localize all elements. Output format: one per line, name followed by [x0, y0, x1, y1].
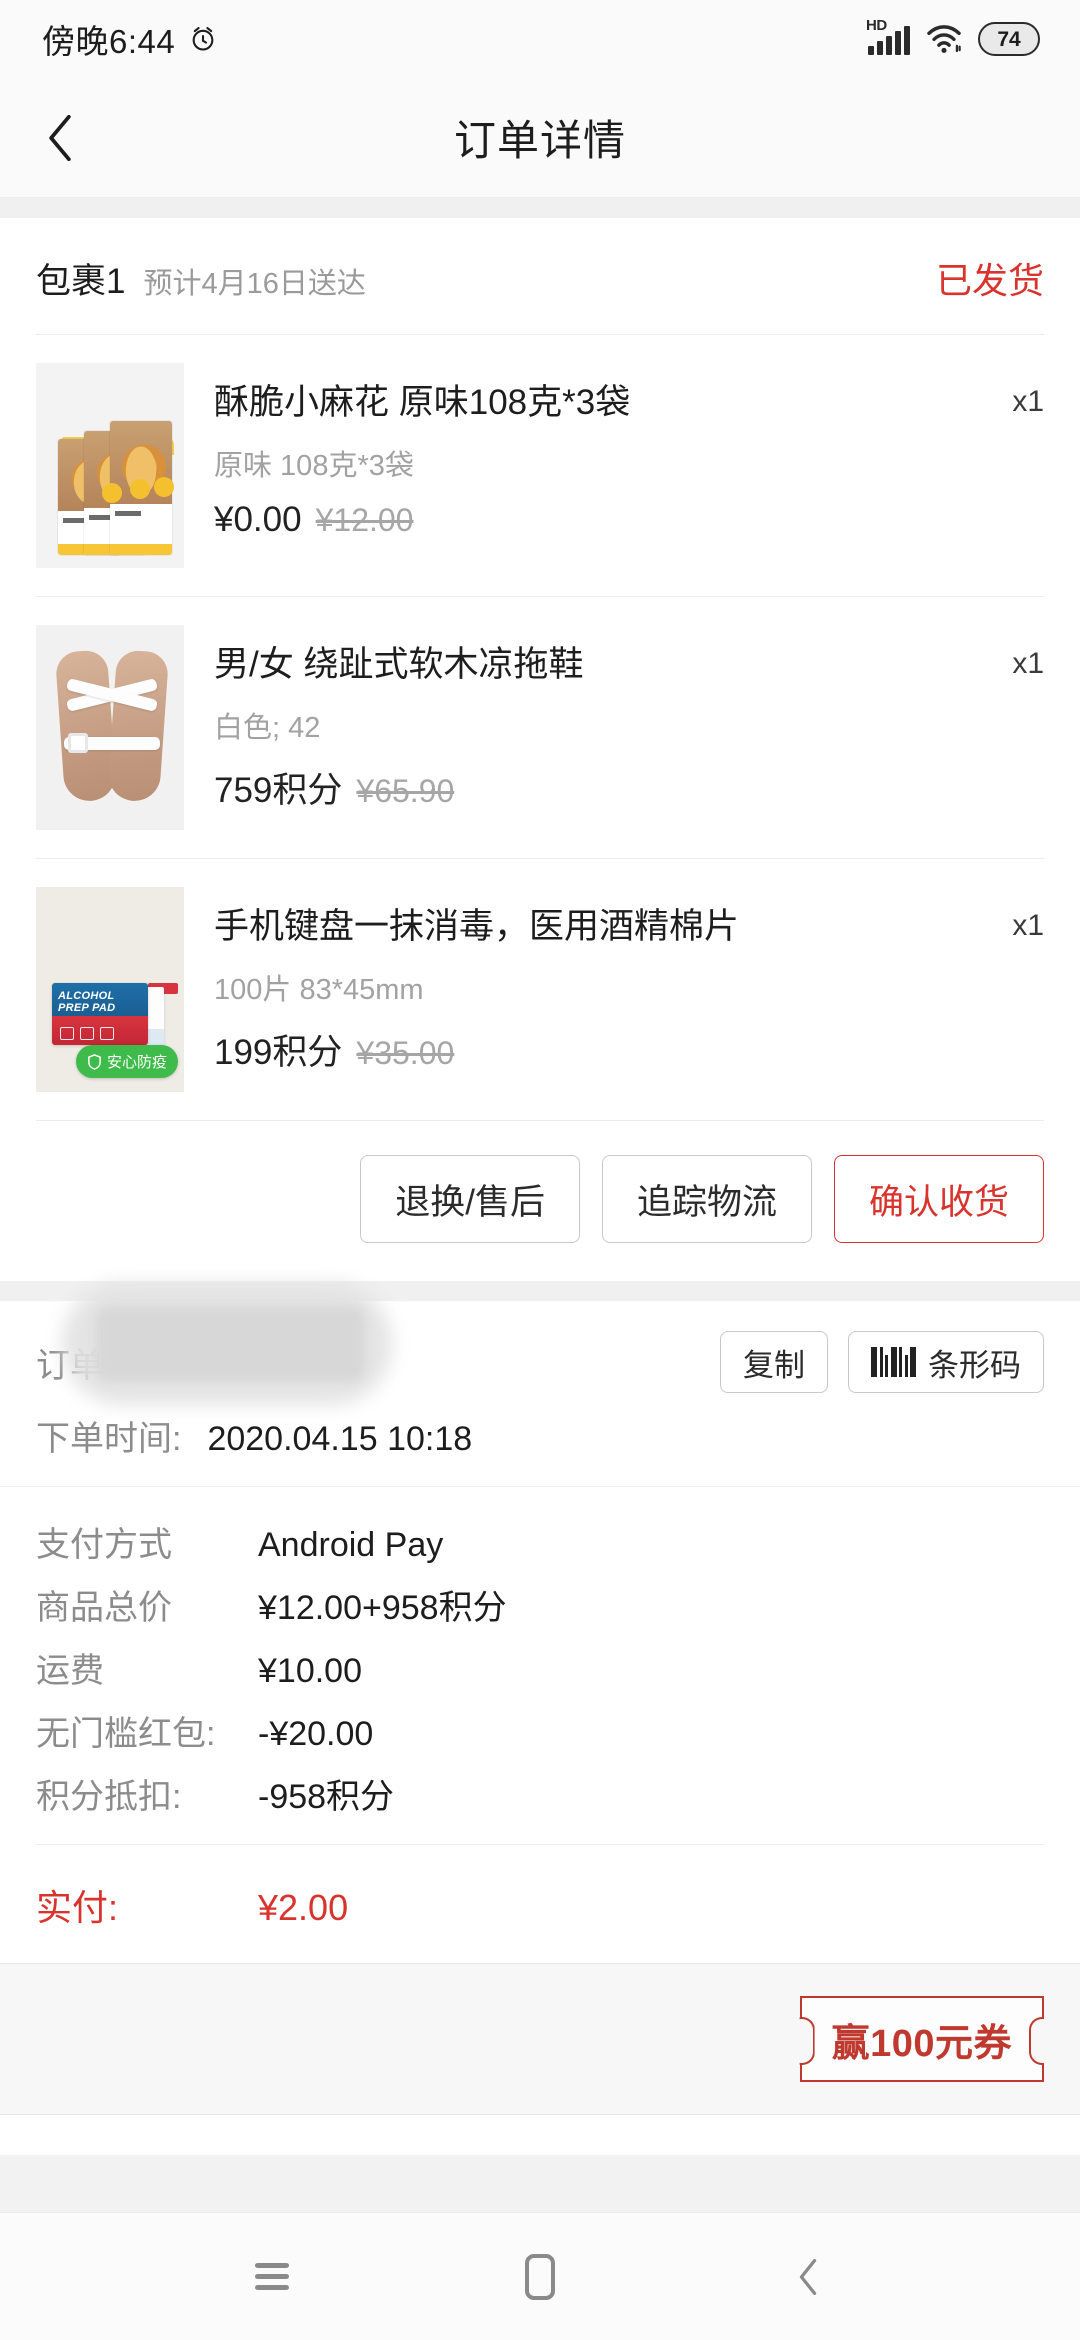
pad-brand-text: ALCOHOL PREP PAD — [58, 990, 116, 1014]
title-bar: 订单详情 — [0, 78, 1080, 198]
status-bar-left: 傍晚6:44 — [42, 15, 217, 63]
payment-value: ¥12.00+958积分 — [258, 1589, 507, 1627]
snack-twist-pack-image[interactable] — [36, 363, 184, 568]
order-time-value: 2020.04.15 10:18 — [207, 1420, 473, 1458]
barcode-button-label: 条形码 — [928, 1347, 1021, 1383]
package-name: 包裹1 — [36, 262, 126, 301]
payment-label: 积分抵扣: — [36, 1778, 182, 1816]
product-original-price: ¥35.00 — [356, 1034, 455, 1071]
alarm-clock-icon — [192, 26, 214, 51]
product-price-row: 759积分 ¥65.90 — [214, 762, 982, 813]
order-time-row: 下单时间: 2020.04.15 10:18 — [36, 1411, 1044, 1460]
product-original-price: ¥12.00 — [315, 501, 414, 538]
payment-row: 无门槛红包: -¥20.00 — [36, 1706, 1044, 1755]
product-info: 酥脆小麻花 原味108克*3袋 原味 108克*3袋 ¥0.00 ¥12.00 — [214, 363, 982, 540]
menu-icon[interactable] — [236, 2241, 308, 2313]
order-actions: 退换/售后 追踪物流 确认收货 — [0, 1121, 1080, 1281]
refund-button[interactable]: 退换/售后 — [360, 1155, 580, 1243]
product-spec: 原味 108克*3袋 — [214, 449, 414, 482]
product-quantity: x1 — [1012, 647, 1044, 680]
product-row[interactable]: ALCOHOL PREP PAD 安心防疫 手机键盘一抹消毒，医用酒精棉片 10… — [0, 859, 1080, 1120]
home-icon[interactable] — [504, 2241, 576, 2313]
total-value: ¥2.00 — [258, 1887, 349, 1928]
package-status-badge: 已发货 — [935, 260, 1044, 301]
product-title: 手机键盘一抹消毒，医用酒精棉片 — [214, 907, 740, 946]
confirm-receipt-button[interactable]: 确认收货 — [833, 1155, 1044, 1243]
system-nav-bar — [0, 2212, 1080, 2340]
safety-badge: 安心防疫 — [75, 1045, 178, 1078]
chevron-left-icon — [49, 115, 71, 161]
order-number-row: 订单 复制 条形码 — [36, 1283, 1044, 1405]
payment-row: 商品总价 ¥12.00+958积分 — [36, 1580, 1044, 1629]
wifi-icon — [927, 25, 961, 53]
payment-row: 积分抵扣: -958积分 — [36, 1769, 1044, 1818]
product-quantity: x1 — [1012, 385, 1044, 418]
payment-value: Android Pay — [258, 1526, 444, 1564]
track-shipment-button[interactable]: 追踪物流 — [601, 1155, 812, 1243]
hd-label: HD — [866, 17, 887, 34]
payment-row: 运费 ¥10.00 — [36, 1643, 1044, 1692]
package-header: 包裹1 预计4月16日送达 已发货 — [0, 218, 1080, 334]
battery-indicator: 74 — [978, 22, 1040, 56]
section-gap — [0, 198, 1080, 218]
payment-row: 支付方式 Android Pay — [36, 1517, 1044, 1566]
payment-label: 商品总价 — [36, 1589, 172, 1627]
payment-label: 运费 — [36, 1652, 104, 1690]
status-bar: 傍晚6:44 HD 74 — [0, 0, 1080, 78]
back-chevron-icon[interactable] — [772, 2241, 844, 2313]
product-title: 酥脆小麻花 原味108克*3袋 — [214, 383, 631, 422]
page-title: 订单详情 — [453, 117, 626, 164]
copy-button[interactable]: 复制 — [720, 1331, 828, 1393]
product-price-row: 199积分 ¥35.00 — [214, 1024, 982, 1075]
shield-icon — [88, 1053, 101, 1070]
total-label: 实付: — [36, 1887, 119, 1928]
safety-badge-label: 安心防疫 — [106, 1054, 167, 1071]
signal-bars-icon: HD — [866, 17, 910, 55]
coupon-footer: 赢100元券 — [0, 1963, 1080, 2115]
product-row[interactable]: 男/女 绕趾式软木凉拖鞋 白色; 42 759积分 ¥65.90 x1 — [0, 597, 1080, 858]
payment-value: -¥20.00 — [258, 1715, 374, 1753]
payment-summary-card: 支付方式 Android Pay 商品总价 ¥12.00+958积分 运费 ¥1… — [0, 1487, 1080, 1963]
product-row[interactable]: 酥脆小麻花 原味108克*3袋 原味 108克*3袋 ¥0.00 ¥12.00 … — [0, 335, 1080, 596]
product-original-price: ¥65.90 — [356, 772, 455, 809]
product-info: 男/女 绕趾式软木凉拖鞋 白色; 42 759积分 ¥65.90 — [214, 625, 982, 813]
product-spec: 100片 83*45mm — [214, 973, 424, 1006]
product-quantity: x1 — [1012, 909, 1044, 942]
alcohol-prep-pad-image[interactable]: ALCOHOL PREP PAD 安心防疫 — [36, 887, 184, 1092]
order-detail-screen: 傍晚6:44 HD 74 订单详情 包裹1 预计4月16日送达 已发货 酥脆小麻… — [0, 0, 1080, 2340]
package-card: 包裹1 预计4月16日送达 已发货 酥脆小麻花 原味108克*3袋 原味 108… — [0, 218, 1080, 1281]
status-bar-right: HD 74 — [866, 17, 1040, 56]
barcode-button[interactable]: 条形码 — [848, 1331, 1044, 1393]
package-eta: 预计4月16日送达 — [143, 268, 366, 300]
status-time: 傍晚6:44 — [42, 23, 176, 60]
cork-sandals-image[interactable] — [36, 625, 184, 830]
product-spec: 白色; 42 — [214, 711, 321, 744]
redaction-blur-inner — [96, 1307, 364, 1381]
back-button[interactable] — [0, 78, 120, 198]
product-price: 759积分 — [214, 770, 343, 810]
product-price: ¥0.00 — [214, 499, 302, 539]
payment-label: 无门槛红包: — [36, 1715, 216, 1753]
total-row: 实付: ¥2.00 — [36, 1845, 1044, 1937]
order-number-actions: 复制 条形码 — [720, 1331, 1044, 1393]
win-coupon-label: 赢100元券 — [831, 2022, 1012, 2065]
order-info-card: 订单 复制 条形码 下单时间: 2020.04.15 10:18 — [0, 1283, 1080, 1486]
win-coupon-button[interactable]: 赢100元券 — [799, 1996, 1044, 2082]
payment-label: 支付方式 — [36, 1526, 172, 1564]
order-time-label: 下单时间: — [36, 1420, 182, 1458]
payment-value: ¥10.00 — [258, 1652, 362, 1690]
page-filler — [0, 2115, 1080, 2155]
product-title: 男/女 绕趾式软木凉拖鞋 — [214, 645, 584, 684]
barcode-icon — [871, 1347, 916, 1377]
battery-level: 74 — [997, 27, 1021, 51]
payment-value: -958积分 — [258, 1778, 395, 1816]
product-info: 手机键盘一抹消毒，医用酒精棉片 100片 83*45mm 199积分 ¥35.0… — [214, 887, 982, 1075]
product-price: 199积分 — [214, 1032, 343, 1072]
product-price-row: ¥0.00 ¥12.00 — [214, 500, 982, 540]
